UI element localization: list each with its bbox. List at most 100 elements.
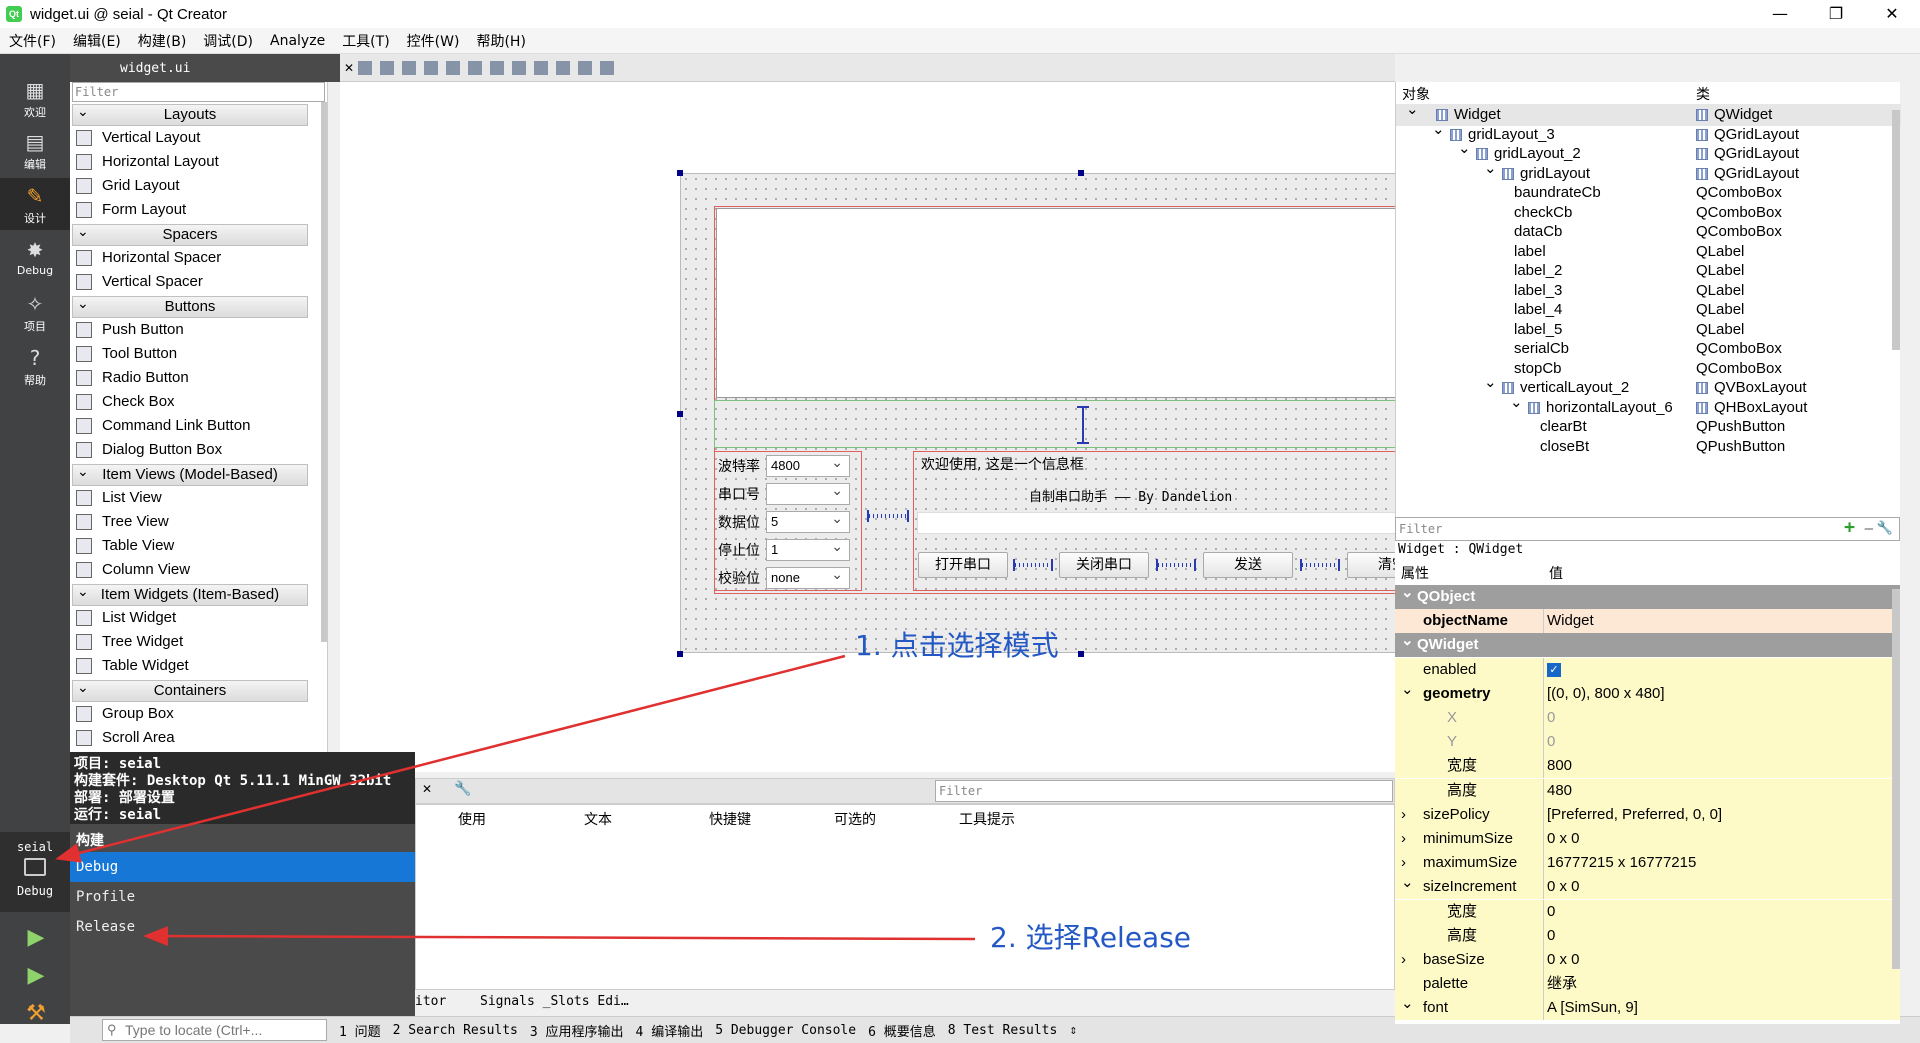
adjust-size-icon[interactable] <box>600 60 615 75</box>
edit-tab-order-icon[interactable] <box>424 60 439 75</box>
widget-box-scrollbar[interactable] <box>321 102 327 642</box>
break-layout-icon[interactable] <box>578 60 593 75</box>
pane-general-messages[interactable]: 6 概要信息 <box>868 1021 936 1040</box>
mode-welcome[interactable]: ▦ 欢迎 <box>0 72 70 124</box>
vertical-spacer-icon[interactable] <box>1077 406 1089 444</box>
widget-item[interactable]: Scroll Area <box>70 726 327 750</box>
widget-item[interactable]: Dialog Button Box <box>70 438 327 462</box>
widget-item[interactable]: Grid Layout <box>70 174 327 198</box>
add-property-icon[interactable]: + <box>1844 517 1855 539</box>
chevron-down-icon[interactable]: ⌄ <box>1401 992 1414 1016</box>
open-port-button[interactable]: 打开串口 <box>918 552 1008 578</box>
value-column-header[interactable]: 值 <box>1549 563 1563 583</box>
chevron-down-icon[interactable]: ⌄ <box>1510 392 1523 414</box>
chevron-down-icon[interactable]: ⌄ <box>1458 138 1471 160</box>
widget-item[interactable]: Vertical Spacer <box>70 270 327 294</box>
widget-item[interactable]: Vertical Layout <box>70 126 327 150</box>
mode-help[interactable]: ? 帮助 <box>0 340 70 392</box>
horizontal-spacer-icon[interactable] <box>1013 559 1053 571</box>
property-row[interactable]: X0 <box>1395 706 1900 730</box>
horizontal-spacer-icon[interactable] <box>1300 559 1340 571</box>
property-row[interactable]: palette 继承 <box>1395 972 1900 997</box>
delete-action-icon[interactable]: ✕ <box>422 782 432 796</box>
send-button[interactable]: 发送 <box>1203 552 1293 578</box>
menu-file[interactable]: 文件(F) <box>0 31 64 51</box>
layout-horizontal-icon[interactable] <box>446 60 461 75</box>
col-checkable[interactable]: 可选的 <box>834 809 876 829</box>
widget-category[interactable]: Containers <box>72 677 308 702</box>
action-filter-input[interactable]: Filter <box>935 780 1393 802</box>
property-value[interactable]: Widget <box>1547 609 1594 633</box>
widget-category[interactable]: Spacers <box>72 221 308 246</box>
resize-handle[interactable] <box>1078 170 1084 176</box>
widget-filter-input[interactable]: Filter <box>72 82 325 102</box>
property-editor-scrollbar[interactable] <box>1892 589 1900 969</box>
object-inspector-scrollbar[interactable] <box>1892 110 1900 350</box>
layout-grid-icon[interactable] <box>556 60 571 75</box>
tab-signals-slots[interactable]: Signals _Slots Edi… <box>480 994 629 1009</box>
edit-widgets-icon[interactable] <box>358 60 373 75</box>
edit-signals-icon[interactable] <box>380 60 395 75</box>
minimize-button[interactable]: — <box>1752 0 1808 28</box>
chevron-right-icon[interactable]: › <box>1401 827 1406 851</box>
close-port-button[interactable]: 关闭串口 <box>1059 552 1149 578</box>
maximize-button[interactable]: ❐ <box>1808 0 1864 28</box>
tab-action-editor[interactable]: itor <box>415 994 446 1009</box>
widget-category[interactable]: Item Views (Model-Based) <box>72 461 308 486</box>
chevron-down-icon[interactable]: ⌄ <box>1401 629 1414 653</box>
widget-item[interactable]: Form Layout <box>70 198 327 222</box>
serial-port-combo[interactable] <box>766 480 850 505</box>
col-used[interactable]: 使用 <box>458 809 486 829</box>
widget-category[interactable]: Layouts <box>72 101 308 126</box>
build-config-profile[interactable]: Profile <box>70 882 415 912</box>
pane-debugger-console[interactable]: 5 Debugger Console <box>715 1023 856 1038</box>
widget-item[interactable]: Table View <box>70 534 327 558</box>
col-shortcut[interactable]: 快捷键 <box>709 809 751 829</box>
property-group-row[interactable]: ⌄ QWidget <box>1395 632 1900 658</box>
chevron-down-icon[interactable]: ⌄ <box>1484 372 1497 394</box>
parity-combo[interactable]: none <box>766 564 850 589</box>
chevron-down-icon[interactable]: ⌄ <box>1432 119 1445 141</box>
pane-test-results[interactable]: 8 Test Results <box>948 1023 1058 1038</box>
widget-item[interactable]: Check Box <box>70 390 327 414</box>
property-value[interactable]: A [SimSun, 9] <box>1547 996 1638 1020</box>
kit-selector[interactable]: seial Debug <box>0 832 70 912</box>
object-tree-row[interactable]: closeBt QPushButton <box>1396 436 1901 458</box>
horizontal-spacer-icon[interactable] <box>867 510 909 522</box>
resize-handle[interactable] <box>677 170 683 176</box>
debug-run-icon[interactable]: ▶ <box>24 964 48 988</box>
widget-item[interactable]: Table Widget <box>70 654 327 678</box>
property-row[interactable]: ⌄ geometry [(0, 0), 800 x 480] <box>1395 681 1900 706</box>
stop-bits-combo[interactable]: 1 <box>766 536 850 561</box>
property-value[interactable]: 16777215 x 16777215 <box>1547 851 1696 875</box>
property-row[interactable]: 宽度 800 <box>1395 754 1900 779</box>
property-row[interactable]: › sizePolicy [Preferred, Preferred, 0, 0] <box>1395 802 1900 827</box>
property-value[interactable]: 800 <box>1547 754 1572 778</box>
chevron-down-icon[interactable]: ⌄ <box>1406 99 1419 121</box>
chevron-down-icon[interactable]: ⌄ <box>1401 871 1414 895</box>
menu-analyze[interactable]: Analyze <box>261 33 333 49</box>
property-row[interactable]: ⌄ sizeIncrement 0 x 0 <box>1395 874 1900 900</box>
property-row[interactable]: › baseSize 0 x 0 <box>1395 948 1900 972</box>
widget-item[interactable]: Tree Widget <box>70 630 327 654</box>
mode-edit[interactable]: ▤ 编辑 <box>0 124 70 176</box>
mode-debug[interactable]: ✸ Debug <box>0 232 70 284</box>
mode-projects[interactable]: ✧ 项目 <box>0 286 70 338</box>
form-widget[interactable]: 波特率 串口号 数据位 停止位 校验位 4800 5 1 none 欢迎使用, … <box>677 170 1484 657</box>
menu-build[interactable]: 构建(B) <box>129 31 195 51</box>
pane-app-output[interactable]: 3 应用程序输出 <box>530 1021 624 1040</box>
property-column-header[interactable]: 属性 <box>1401 563 1429 583</box>
layout-vertical-icon[interactable] <box>468 60 483 75</box>
configure-wrench-icon[interactable]: 🔧 <box>454 781 471 797</box>
widget-item[interactable]: Group Box <box>70 702 327 726</box>
chevron-down-icon[interactable]: ⌄ <box>1401 678 1414 702</box>
build-config-release[interactable]: Release <box>70 912 415 942</box>
widget-category[interactable]: Item Widgets (Item-Based) <box>72 581 308 606</box>
configure-wrench-icon[interactable]: 🔧 <box>1877 518 1893 540</box>
menu-help[interactable]: 帮助(H) <box>467 31 533 51</box>
chevron-down-icon[interactable]: ⌄ <box>1401 581 1414 605</box>
property-row[interactable]: › minimumSize 0 x 0 <box>1395 827 1900 851</box>
layout-form-icon[interactable] <box>534 60 549 75</box>
widget-item[interactable]: Tool Button <box>70 342 327 366</box>
property-value[interactable]: 继承 <box>1547 972 1577 996</box>
